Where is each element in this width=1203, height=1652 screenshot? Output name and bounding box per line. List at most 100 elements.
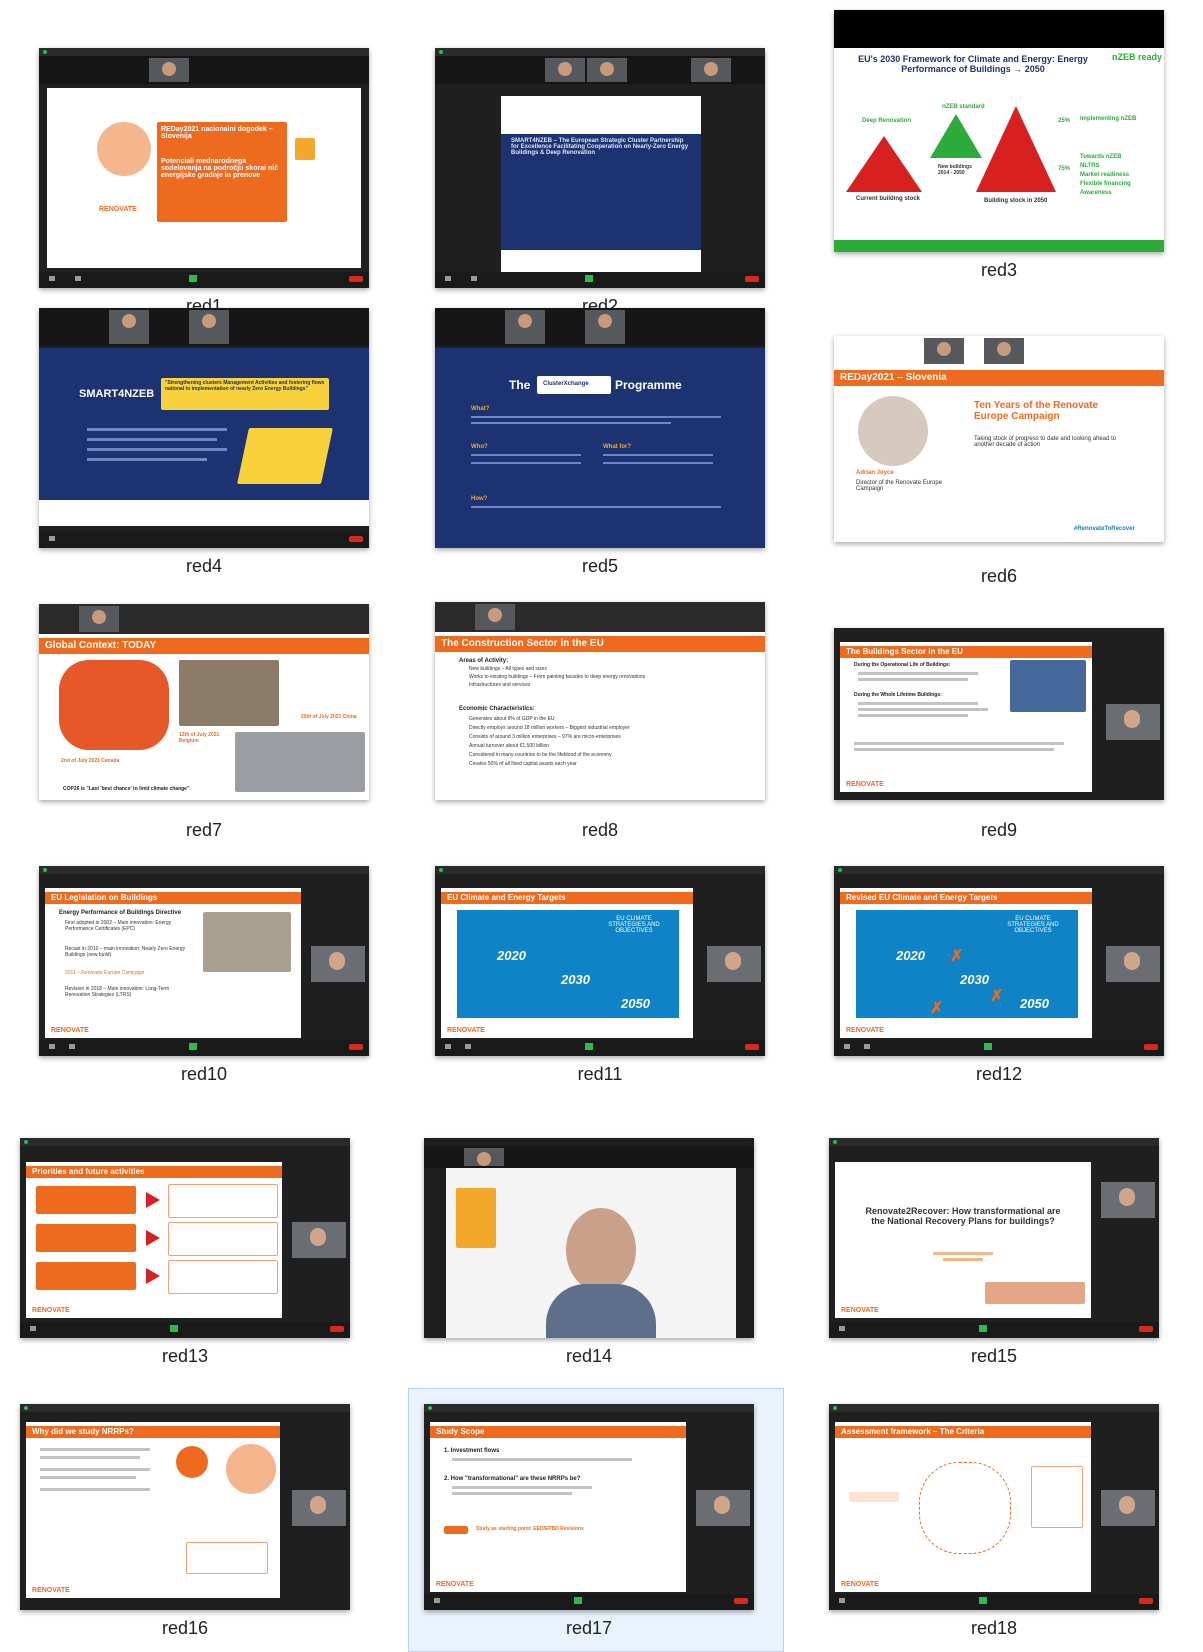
slide-title: EU's 2030 Framework for Climate and Ener… bbox=[858, 54, 1088, 74]
renovate-logo: RENOVATE bbox=[841, 1581, 879, 1588]
thumbnail-red16[interactable]: Why did we study NRRPs? RENOVATE red16 bbox=[0, 1404, 370, 1639]
zoom-screenshot: Global Context: TODAY 2nd of July 2021 C… bbox=[39, 604, 369, 800]
slide-item: Recast in 2010 – main innovation: Nearly… bbox=[65, 946, 186, 958]
slide: Revised EU Climate and Energy Targets 20… bbox=[840, 888, 1092, 1038]
title-bar bbox=[435, 48, 765, 56]
slide-footer: Study as starting point: EED/EPBD Revisi… bbox=[476, 1526, 584, 1532]
zoom-toolbar bbox=[435, 272, 765, 288]
title-bar bbox=[829, 1138, 1159, 1146]
slide-title: Renovate2Recover: How transformational a… bbox=[865, 1206, 1061, 1226]
cross-icon: ✗ bbox=[930, 1000, 944, 1017]
thumbnail-red4[interactable]: SMART4NZEB "Strengthening clusters Manag… bbox=[19, 308, 389, 577]
thumbnail-red12[interactable]: Revised EU Climate and Energy Targets 20… bbox=[814, 866, 1184, 1085]
thumbnail-label: red8 bbox=[581, 820, 619, 840]
title-bar bbox=[20, 1138, 350, 1146]
thumbnail-label: red16 bbox=[161, 1618, 209, 1638]
slide: REDay2021 nacionalni dogodek – Slovenija… bbox=[47, 88, 361, 268]
thumbnail-red5[interactable]: The ClusterXchange Programme What? Who? … bbox=[415, 308, 785, 577]
zoom-screenshot: The ClusterXchange Programme What? Who? … bbox=[435, 308, 765, 548]
thumbnail-red15[interactable]: Renovate2Recover: How transformational a… bbox=[809, 1138, 1179, 1367]
speaker-camera bbox=[1106, 704, 1160, 740]
participant-strip bbox=[39, 308, 369, 346]
title-bar bbox=[834, 866, 1164, 874]
zoom-toolbar bbox=[829, 1594, 1159, 1610]
slide-heading: Energy Performance of Buildings Directiv… bbox=[59, 910, 182, 916]
slide-title: The Buildings Sector in the EU bbox=[840, 646, 1092, 658]
slide: REDay2021 – Slovenia Ten Years of the Re… bbox=[834, 366, 1164, 542]
slide-brand: SMART4NZEB bbox=[79, 388, 155, 400]
thumbnail-label: red18 bbox=[970, 1618, 1018, 1638]
slide-item: Directly employs around 18 million worke… bbox=[469, 725, 630, 731]
title-bar bbox=[424, 1404, 754, 1412]
thumbnail-red1[interactable]: REDay2021 nacionalni dogodek – Slovenija… bbox=[19, 48, 389, 317]
pct-bottom: 75% bbox=[1058, 166, 1071, 172]
zoom-screenshot: Priorities and future activities RENOVAT… bbox=[20, 1138, 350, 1338]
slide-item: 2011 – Renovate Europe Campaign bbox=[65, 970, 145, 976]
thumbnail-red14[interactable]: red14 bbox=[404, 1138, 774, 1367]
slide-item: Annual turnover about €1,500 billion bbox=[469, 743, 550, 749]
title-bar bbox=[39, 48, 369, 56]
slide: EU Legislation on Buildings Energy Perfo… bbox=[45, 888, 301, 1038]
zoom-screenshot: REDay2021 nacionalni dogodek – Slovenija… bbox=[39, 48, 369, 288]
bullet: Implementing nZEB bbox=[1080, 116, 1137, 122]
bullet: Towards nZEB bbox=[1080, 154, 1122, 160]
renovate-logo: RENOVATE bbox=[32, 1307, 70, 1314]
participant-strip bbox=[435, 308, 765, 346]
thumbnail-red11[interactable]: EU Climate and Energy Targets 2020 2030 … bbox=[415, 866, 785, 1085]
thumbnail-label: red6 bbox=[980, 566, 1018, 586]
speaker-head bbox=[566, 1208, 636, 1292]
thumbnail-red9[interactable]: The Buildings Sector in the EU During th… bbox=[814, 628, 1184, 841]
thumbnail-label: red9 bbox=[980, 820, 1018, 840]
slide: The Construction Sector in the EU Areas … bbox=[435, 632, 765, 800]
photo-caption: 20th of July 2021 China bbox=[301, 714, 357, 720]
zoom-toolbar bbox=[834, 1040, 1164, 1056]
speaker-camera bbox=[292, 1222, 346, 1258]
zoom-screenshot: EU Climate and Energy Targets 2020 2030 … bbox=[435, 866, 765, 1056]
slide-item: Creates 50% of all fixed capital assets … bbox=[469, 761, 577, 767]
zoom-screenshot bbox=[424, 1138, 754, 1338]
hashtag: #RenovateToRecover bbox=[1074, 526, 1135, 532]
thumbnail-red13[interactable]: Priorities and future activities RENOVAT… bbox=[0, 1138, 370, 1367]
thumbnail-red2[interactable]: SMART4NZEB – The European Strategic Clus… bbox=[415, 48, 785, 317]
slide-title: Global Context: TODAY bbox=[39, 638, 369, 654]
thumbnail-red17[interactable]: Study Scope 1. Investment flows 2. How "… bbox=[404, 1404, 774, 1639]
slide-heading: Areas of Activity: bbox=[459, 658, 509, 664]
year-label: 2050 bbox=[621, 996, 650, 1011]
thumbnail-label: red14 bbox=[565, 1346, 613, 1366]
speaker-camera bbox=[1101, 1182, 1155, 1218]
thumbnail-red18[interactable]: Assessment framework – The Criteria RENO… bbox=[809, 1404, 1179, 1639]
year-label: 2020 bbox=[896, 948, 925, 963]
renovate-logo: RENOVATE bbox=[841, 1307, 879, 1314]
photo-caption: 2nd of July 2021 Canada bbox=[61, 758, 120, 764]
year-label: 2050 bbox=[1020, 996, 1049, 1011]
slide: Global Context: TODAY 2nd of July 2021 C… bbox=[39, 634, 369, 800]
bullet: Awareness bbox=[1080, 190, 1112, 196]
thumbnail-red6[interactable]: REDay2021 – Slovenia Ten Years of the Re… bbox=[814, 336, 1184, 587]
slide-heading: During the Whole Lifetime Buildings: bbox=[854, 692, 942, 698]
nzeb-badge: nZEB ready bbox=[1112, 52, 1163, 62]
slide-brand: ClusterXchange bbox=[543, 381, 589, 387]
thumbnail-label: red12 bbox=[975, 1064, 1023, 1084]
thumbnail-red7[interactable]: Global Context: TODAY 2nd of July 2021 C… bbox=[19, 604, 389, 841]
cross-icon: ✗ bbox=[950, 948, 964, 965]
thumbnail-red3[interactable]: EU's 2030 Framework for Climate and Ener… bbox=[814, 10, 1184, 281]
slide-heading: During the Operational Life of Buildings… bbox=[854, 662, 951, 668]
slide: The Buildings Sector in the EU During th… bbox=[840, 642, 1092, 792]
slide: Why did we study NRRPs? RENOVATE bbox=[26, 1422, 280, 1598]
thumbnail-label: red11 bbox=[577, 1064, 623, 1084]
cross-icon: ✗ bbox=[990, 988, 1004, 1005]
slide: SMART4NZEB "Strengthening clusters Manag… bbox=[39, 348, 369, 526]
thumbnail-label: red3 bbox=[980, 260, 1018, 280]
section-heading: What for? bbox=[603, 444, 631, 450]
thumbnail-red10[interactable]: EU Legislation on Buildings Energy Perfo… bbox=[19, 866, 389, 1085]
zoom-screenshot: EU Legislation on Buildings Energy Perfo… bbox=[39, 866, 369, 1056]
renovate-logo: RENOVATE bbox=[846, 781, 884, 788]
zoom-screenshot: SMART4NZEB "Strengthening clusters Manag… bbox=[39, 308, 369, 548]
thumbnail-label: red13 bbox=[161, 1346, 209, 1366]
zoom-screenshot: SMART4NZEB – The European Strategic Clus… bbox=[435, 48, 765, 288]
thumbnail-red8[interactable]: The Construction Sector in the EU Areas … bbox=[415, 602, 785, 841]
speaker-camera bbox=[311, 946, 365, 982]
new-label: New buildings 2014 - 2050 bbox=[938, 164, 972, 176]
slide-item: First adopted in 2002 – Main innovation:… bbox=[65, 920, 172, 932]
zoom-toolbar bbox=[829, 1322, 1159, 1338]
